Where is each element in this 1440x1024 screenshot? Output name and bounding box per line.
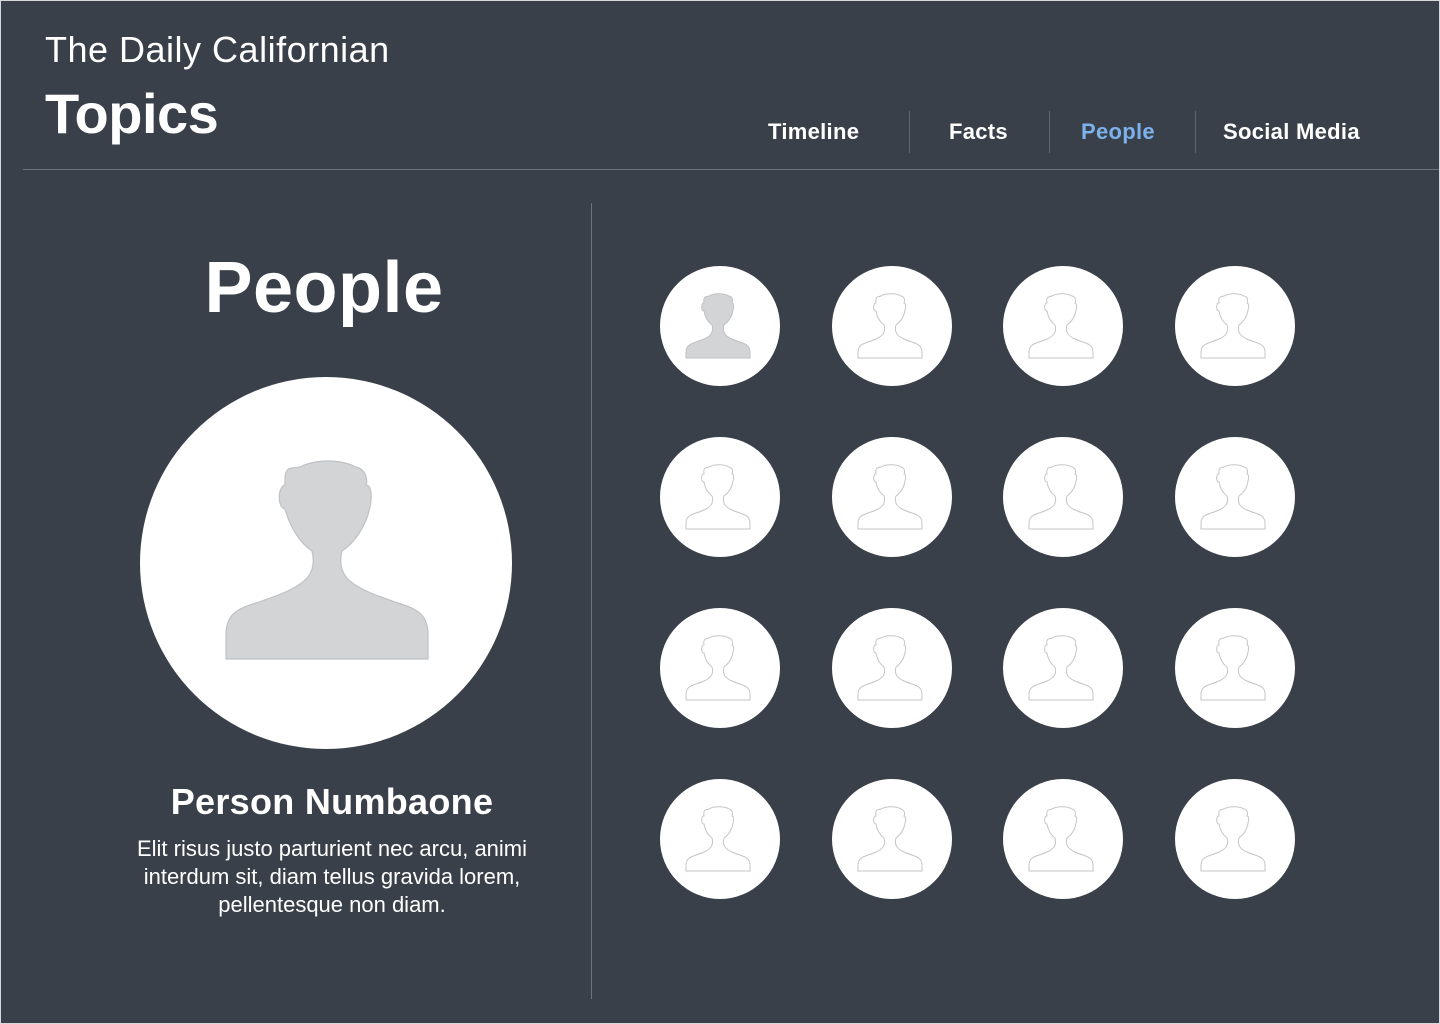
person-outline-icon xyxy=(1028,464,1094,530)
person-avatar-button[interactable] xyxy=(1175,437,1295,557)
person-avatar-button[interactable] xyxy=(1003,266,1123,386)
person-outline-icon xyxy=(1200,635,1266,701)
nav-divider xyxy=(1049,111,1050,153)
person-outline-icon xyxy=(1028,635,1094,701)
tab-people[interactable]: People xyxy=(1081,119,1155,145)
person-silhouette-icon xyxy=(225,460,429,660)
person-silhouette-icon xyxy=(685,293,751,359)
person-outline-icon xyxy=(857,464,923,530)
person-outline-icon xyxy=(1200,293,1266,359)
person-outline-icon xyxy=(1028,293,1094,359)
person-avatar-button[interactable] xyxy=(1003,437,1123,557)
person-outline-icon xyxy=(1200,806,1266,872)
person-avatar-button[interactable] xyxy=(660,779,780,899)
person-outline-icon xyxy=(1028,806,1094,872)
header-divider xyxy=(23,169,1439,170)
person-outline-icon xyxy=(1200,464,1266,530)
person-avatar-button[interactable] xyxy=(660,608,780,728)
person-avatar-button[interactable] xyxy=(1003,779,1123,899)
publication-name[interactable]: The Daily Californian xyxy=(45,29,390,71)
person-outline-icon xyxy=(857,806,923,872)
person-avatar-button[interactable] xyxy=(832,608,952,728)
person-outline-icon xyxy=(685,635,751,701)
person-bio: Elit risus justo parturient nec arcu, an… xyxy=(136,836,528,917)
nav-divider xyxy=(1195,111,1196,153)
person-avatar-button[interactable] xyxy=(660,437,780,557)
tab-social-media[interactable]: Social Media xyxy=(1223,119,1360,145)
tab-timeline[interactable]: Timeline xyxy=(768,119,859,145)
featured-avatar xyxy=(140,377,512,749)
person-avatar-button[interactable] xyxy=(1175,266,1295,386)
tab-facts[interactable]: Facts xyxy=(949,119,1008,145)
person-avatar-button[interactable] xyxy=(1175,779,1295,899)
topics-page: The Daily Californian Topics Timeline Fa… xyxy=(1,1,1439,1023)
person-outline-icon xyxy=(685,806,751,872)
section-title: People xyxy=(204,248,444,328)
person-avatar-button[interactable] xyxy=(660,266,780,386)
person-outline-icon xyxy=(857,293,923,359)
nav-divider xyxy=(909,111,910,153)
person-outline-icon xyxy=(857,635,923,701)
topic-nav: Timeline Facts People Social Media xyxy=(1,109,1439,153)
person-avatar-button[interactable] xyxy=(832,437,952,557)
person-avatar-button[interactable] xyxy=(1003,608,1123,728)
person-name: Person Numbaone xyxy=(170,781,494,822)
person-avatar-button[interactable] xyxy=(832,779,952,899)
person-outline-icon xyxy=(685,464,751,530)
person-avatar-button[interactable] xyxy=(1175,608,1295,728)
person-avatar-button[interactable] xyxy=(832,266,952,386)
